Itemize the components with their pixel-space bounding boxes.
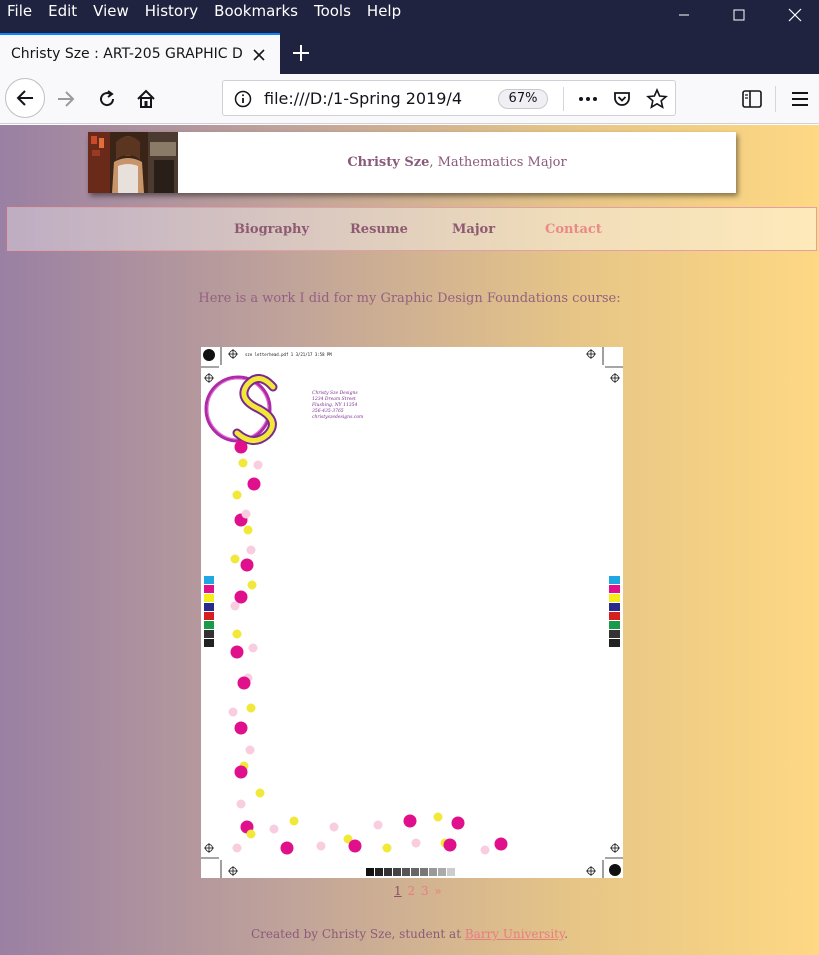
- letterhead-address: Christy Sze Designs 1234 Dream Street Fl…: [312, 391, 363, 421]
- page-footer: Created by Christy Sze, student at Barry…: [0, 927, 819, 941]
- menu-items: File Edit View History Bookmarks Tools H…: [0, 0, 409, 22]
- maximize-icon: [733, 9, 745, 21]
- tab-title: Christy Sze : ART-205 GRAPHIC DESIGN: [11, 46, 243, 62]
- url-bar[interactable]: file:///D:/1-Spring 2019/4 67%: [222, 80, 676, 116]
- header-name: Christy Sze: [347, 155, 430, 170]
- url-separator: [563, 87, 564, 111]
- pager-page-3[interactable]: 3: [421, 884, 429, 898]
- pager-page-1[interactable]: 1: [394, 884, 402, 898]
- gallery-pager: 1 2 3 »: [394, 884, 444, 898]
- hamburger-menu-button[interactable]: [788, 87, 812, 111]
- forward-button[interactable]: [52, 86, 80, 112]
- active-tab[interactable]: Christy Sze : ART-205 GRAPHIC DESIGN: [0, 33, 280, 74]
- zoom-level-badge[interactable]: 67%: [498, 89, 548, 109]
- header-title: Christy Sze, Mathematics Major: [88, 132, 736, 193]
- sidebar-icon: [742, 90, 762, 108]
- footer-suffix: .: [564, 927, 569, 941]
- pager-page-2[interactable]: 2: [407, 884, 415, 898]
- header-subtitle: , Mathematics Major: [429, 155, 567, 170]
- hamburger-menu-icon: [792, 92, 808, 106]
- page-viewport: Christy Sze, Mathematics Major Biography…: [0, 125, 819, 955]
- minimize-button[interactable]: [660, 0, 708, 30]
- menu-tools[interactable]: Tools: [306, 0, 359, 22]
- tab-bar: Christy Sze : ART-205 GRAPHIC DESIGN: [0, 33, 819, 74]
- nav-resume[interactable]: Resume: [350, 222, 408, 237]
- nav-contact[interactable]: Contact: [545, 222, 602, 237]
- menu-help[interactable]: Help: [359, 0, 409, 22]
- reload-icon: [100, 90, 115, 107]
- pocket-icon[interactable]: [612, 89, 632, 109]
- info-icon[interactable]: [234, 90, 252, 108]
- close-window-icon: [788, 8, 802, 22]
- close-window-button[interactable]: [771, 0, 819, 30]
- menu-bar: File Edit View History Bookmarks Tools H…: [0, 0, 819, 33]
- bookmark-star-icon[interactable]: [646, 88, 668, 110]
- menu-bookmarks[interactable]: Bookmarks: [206, 0, 306, 22]
- footer-university-link[interactable]: Barry University: [465, 927, 564, 941]
- address-line: christyszedesigns.com: [312, 415, 364, 420]
- minimize-icon: [679, 14, 689, 16]
- forward-arrow-icon: [58, 91, 75, 107]
- toolbar-separator: [775, 86, 776, 112]
- maximize-button[interactable]: [715, 0, 763, 30]
- menu-edit[interactable]: Edit: [40, 0, 85, 22]
- letterhead-proof: [201, 347, 623, 878]
- pager-next[interactable]: »: [434, 884, 441, 898]
- header-banner: Christy Sze, Mathematics Major: [88, 132, 736, 193]
- back-arrow-icon: [16, 90, 33, 106]
- menu-file[interactable]: File: [0, 0, 40, 22]
- menu-history[interactable]: History: [137, 0, 206, 22]
- print-header-text: sze letterhead.pdf 1 3/21/17 3:58 PM: [245, 352, 332, 357]
- intro-text: Here is a work I did for my Graphic Desi…: [198, 291, 621, 306]
- home-button[interactable]: [133, 86, 159, 112]
- plus-icon[interactable]: [290, 42, 312, 64]
- url-text[interactable]: file:///D:/1-Spring 2019/4: [264, 89, 464, 108]
- navigation-toolbar: file:///D:/1-Spring 2019/4 67%: [0, 74, 819, 124]
- footer-prefix: Created by Christy Sze, student at: [250, 927, 465, 941]
- sidebar-button[interactable]: [740, 87, 764, 111]
- close-icon[interactable]: [251, 47, 267, 63]
- reload-button[interactable]: [94, 86, 120, 112]
- nav-biography[interactable]: Biography: [234, 222, 309, 237]
- nav-major[interactable]: Major: [452, 222, 495, 237]
- home-icon: [137, 89, 155, 108]
- menu-view[interactable]: View: [85, 0, 137, 22]
- back-button[interactable]: [5, 78, 45, 118]
- artwork-image: sze letterhead.pdf 1 3/21/17 3:58 PM Chr…: [201, 347, 623, 878]
- site-nav: Biography Resume Major Contact: [7, 207, 817, 251]
- more-dots-icon[interactable]: [577, 90, 599, 108]
